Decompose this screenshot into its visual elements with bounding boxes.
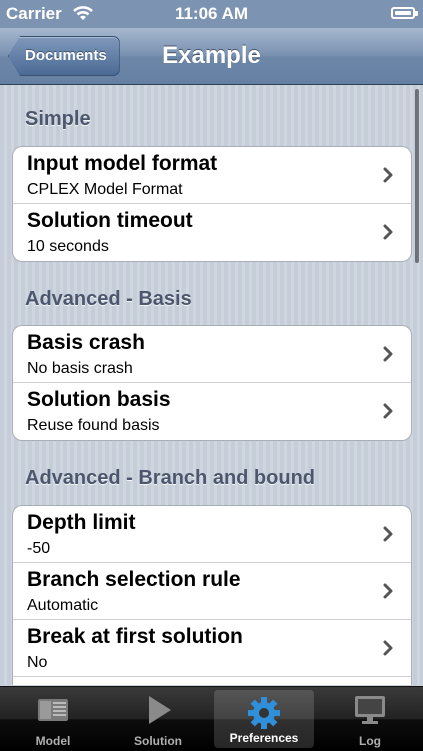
setting-row-solution-basis[interactable]: Solution basis Reuse found basis bbox=[13, 383, 411, 440]
chevron-right-icon bbox=[379, 166, 397, 184]
setting-title: Input model format bbox=[27, 152, 218, 175]
chevron-right-icon bbox=[379, 402, 397, 420]
status-bar: Carrier 11:06 AM bbox=[0, 0, 423, 28]
chevron-right-icon bbox=[379, 582, 397, 600]
model-icon bbox=[35, 693, 71, 727]
chevron-right-icon bbox=[379, 525, 397, 543]
setting-title: Branch selection rule bbox=[27, 568, 241, 591]
tab-solution[interactable]: Solution bbox=[108, 687, 208, 751]
setting-row-basis-crash[interactable]: Basis crash No basis crash bbox=[13, 326, 411, 383]
setting-row-branch-selection-rule[interactable]: Branch selection rule Automatic bbox=[13, 563, 411, 620]
setting-row-depth-limit[interactable]: Depth limit -50 bbox=[13, 506, 411, 563]
settings-group-simple: Input model format CPLEX Model Format So… bbox=[12, 146, 412, 262]
clock: 11:06 AM bbox=[174, 4, 249, 23]
battery-icon bbox=[391, 7, 418, 19]
tab-label: Log bbox=[359, 734, 381, 748]
setting-row-solution-timeout[interactable]: Solution timeout 10 seconds bbox=[13, 204, 411, 261]
tab-model[interactable]: Model bbox=[3, 687, 103, 751]
settings-group-advanced-basis: Basis crash No basis crash Solution basi… bbox=[12, 325, 412, 441]
tab-label: Preferences bbox=[229, 731, 299, 745]
setting-row-input-model-format[interactable]: Input model format CPLEX Model Format bbox=[13, 147, 411, 204]
settings-group-branch-and-bound: Depth limit -50 Branch selection rule Au… bbox=[12, 505, 412, 685]
setting-value: Automatic bbox=[27, 597, 99, 614]
tab-label: Model bbox=[35, 734, 71, 748]
setting-title: Solution timeout bbox=[27, 209, 193, 232]
tab-label: Solution bbox=[134, 734, 182, 748]
navigation-bar: Documents Example bbox=[0, 28, 423, 85]
setting-title: Depth limit bbox=[27, 511, 136, 534]
tab-preferences[interactable]: Preferences bbox=[214, 690, 314, 748]
section-header-simple: Simple bbox=[25, 108, 91, 130]
setting-row-partial[interactable] bbox=[13, 677, 411, 685]
chevron-right-icon bbox=[379, 223, 397, 241]
setting-title: Break at first solution bbox=[27, 625, 243, 648]
monitor-icon bbox=[352, 693, 388, 727]
tab-bar: Model Solution Preferences Log bbox=[0, 686, 423, 751]
setting-value: 10 seconds bbox=[27, 238, 109, 255]
setting-value: No bbox=[27, 654, 48, 671]
scroll-indicator bbox=[415, 89, 419, 263]
setting-row-break-at-first-solution[interactable]: Break at first solution No bbox=[13, 620, 411, 677]
page-title: Example bbox=[162, 42, 261, 69]
setting-value: Reuse found basis bbox=[27, 417, 160, 434]
play-icon bbox=[140, 693, 176, 727]
section-header-branch-and-bound: Advanced - Branch and bound bbox=[25, 467, 316, 489]
tab-log[interactable]: Log bbox=[320, 687, 420, 751]
chevron-right-icon bbox=[379, 639, 397, 657]
preferences-list[interactable]: Simple Input model format CPLEX Model Fo… bbox=[0, 85, 423, 685]
setting-title: Solution basis bbox=[27, 388, 171, 411]
section-header-advanced-basis: Advanced - Basis bbox=[25, 288, 192, 310]
chevron-right-icon bbox=[379, 345, 397, 363]
setting-value: No basis crash bbox=[27, 360, 133, 377]
gear-icon bbox=[246, 696, 282, 730]
setting-value: -50 bbox=[27, 540, 51, 557]
setting-title: Basis crash bbox=[27, 331, 145, 354]
setting-value: CPLEX Model Format bbox=[27, 181, 183, 198]
